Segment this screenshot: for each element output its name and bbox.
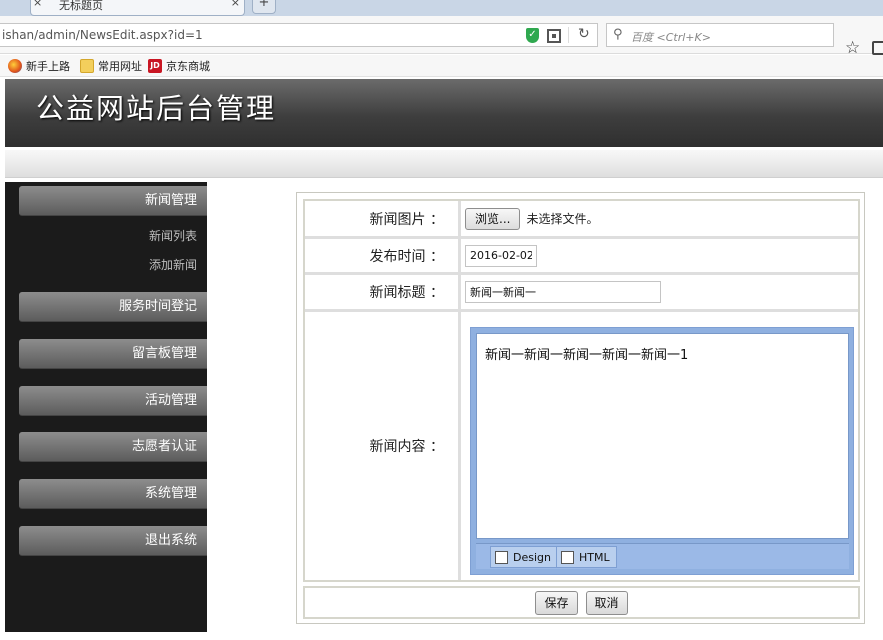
address-toolbar: ishan/admin/NewsEdit.aspx?id=1 ✓ ↻ ⚲ 百度 … <box>0 16 883 58</box>
form-row-date: 发布时间 ： <box>305 239 858 275</box>
page-title: 公益网站后台管理 <box>36 92 277 125</box>
site-header: 公益网站后台管理 <box>5 79 883 147</box>
qr-code-icon[interactable] <box>547 29 561 43</box>
content-editor-area[interactable]: 新闻一新闻一新闻一新闻一新闻一1 <box>476 333 849 539</box>
design-icon <box>495 551 508 564</box>
tab-design[interactable]: Design <box>490 546 558 568</box>
firefox-icon <box>8 59 22 73</box>
bookmark-label: 京东商城 <box>166 60 210 73</box>
sidebar: 新闻管理 新闻列表 添加新闻 服务时间登记 留言板管理 活动管理 志愿者认证 系… <box>5 182 207 632</box>
date-input[interactable] <box>465 244 537 267</box>
new-tab-button[interactable]: + <box>252 0 276 14</box>
folder-icon <box>80 59 94 73</box>
sidebar-item-volunteer[interactable]: 志愿者认证 <box>19 432 207 462</box>
sidebar-item-news[interactable]: 新闻管理 <box>19 186 207 216</box>
cancel-button[interactable]: 取消 <box>585 590 628 615</box>
title-field <box>465 275 661 309</box>
browser-tab-title: 无标题页 <box>59 0 103 12</box>
rich-text-editor: 新闻一新闻一新闻一新闻一新闻一1 Design HTML <box>470 327 854 575</box>
close-icon[interactable]: × <box>33 0 42 9</box>
form-row-image: 新闻图片 ： 浏览... 未选择文件。 <box>305 201 858 239</box>
form-actions: 保存 取消 <box>303 586 860 619</box>
tab-close-icon[interactable]: × <box>231 0 240 9</box>
html-icon <box>561 551 574 564</box>
sidebar-item-logout[interactable]: 退出系统 <box>19 526 207 556</box>
sidebar-item-system[interactable]: 系统管理 <box>19 479 207 509</box>
bookmark-item[interactable]: 新手上路 <box>8 58 70 74</box>
form-row-title: 新闻标题 ： <box>305 275 858 312</box>
bookmark-label: 常用网址 <box>98 60 142 73</box>
header-subbar <box>5 150 883 178</box>
browser-tab-bar: × 无标题页 × + <box>0 0 883 16</box>
search-icon: ⚲ <box>613 27 623 42</box>
bookmark-label: 新手上路 <box>26 60 70 73</box>
image-label: 新闻图片 ： <box>305 201 461 236</box>
sidebar-item-activities[interactable]: 活动管理 <box>19 386 207 416</box>
image-field: 浏览... 未选择文件。 <box>465 201 598 236</box>
title-label: 新闻标题 ： <box>305 275 461 309</box>
tab-html[interactable]: HTML <box>556 546 617 568</box>
tab-design-label: Design <box>513 551 551 564</box>
sidebar-subitem-news-list[interactable]: 新闻列表 <box>149 227 197 244</box>
no-file-text: 未选择文件。 <box>526 212 599 226</box>
sidebar-item-guestbook[interactable]: 留言板管理 <box>19 339 207 369</box>
jd-icon: JD <box>148 59 162 73</box>
search-placeholder: 百度 <Ctrl+K> <box>631 31 711 44</box>
sidebar-subitem-add-news[interactable]: 添加新闻 <box>149 256 197 273</box>
bookmark-item[interactable]: 常用网址 <box>80 58 142 74</box>
bookmarks-bar: 新手上路 常用网址 JD 京东商城 <box>0 55 883 77</box>
url-text[interactable]: ishan/admin/NewsEdit.aspx?id=1 <box>2 28 203 42</box>
menu-icon[interactable] <box>872 41 883 55</box>
reload-icon[interactable]: ↻ <box>578 26 590 42</box>
title-input[interactable] <box>465 281 661 303</box>
search-box[interactable]: ⚲ 百度 <Ctrl+K> <box>606 23 834 47</box>
content-label: 新闻内容 ： <box>305 312 461 580</box>
shield-icon[interactable]: ✓ <box>526 28 539 43</box>
address-bar[interactable]: ishan/admin/NewsEdit.aspx?id=1 ✓ ↻ <box>0 23 598 47</box>
news-edit-form: 新闻图片 ： 浏览... 未选择文件。 发布时间 ： 新闻标题 ： 新闻内容 ：… <box>296 192 865 624</box>
date-label: 发布时间 ： <box>305 239 461 272</box>
date-field <box>465 239 537 272</box>
divider <box>568 27 569 43</box>
browser-tab[interactable]: × 无标题页 × <box>30 0 245 16</box>
tab-html-label: HTML <box>579 551 610 564</box>
browse-button[interactable]: 浏览... <box>465 207 521 230</box>
sidebar-item-service-time[interactable]: 服务时间登记 <box>19 292 207 322</box>
editor-mode-tabs: Design HTML <box>476 543 849 569</box>
form-table: 新闻图片 ： 浏览... 未选择文件。 发布时间 ： 新闻标题 ： 新闻内容 ：… <box>303 199 860 582</box>
save-button[interactable]: 保存 <box>535 590 578 615</box>
bookmark-item[interactable]: JD 京东商城 <box>148 58 210 74</box>
